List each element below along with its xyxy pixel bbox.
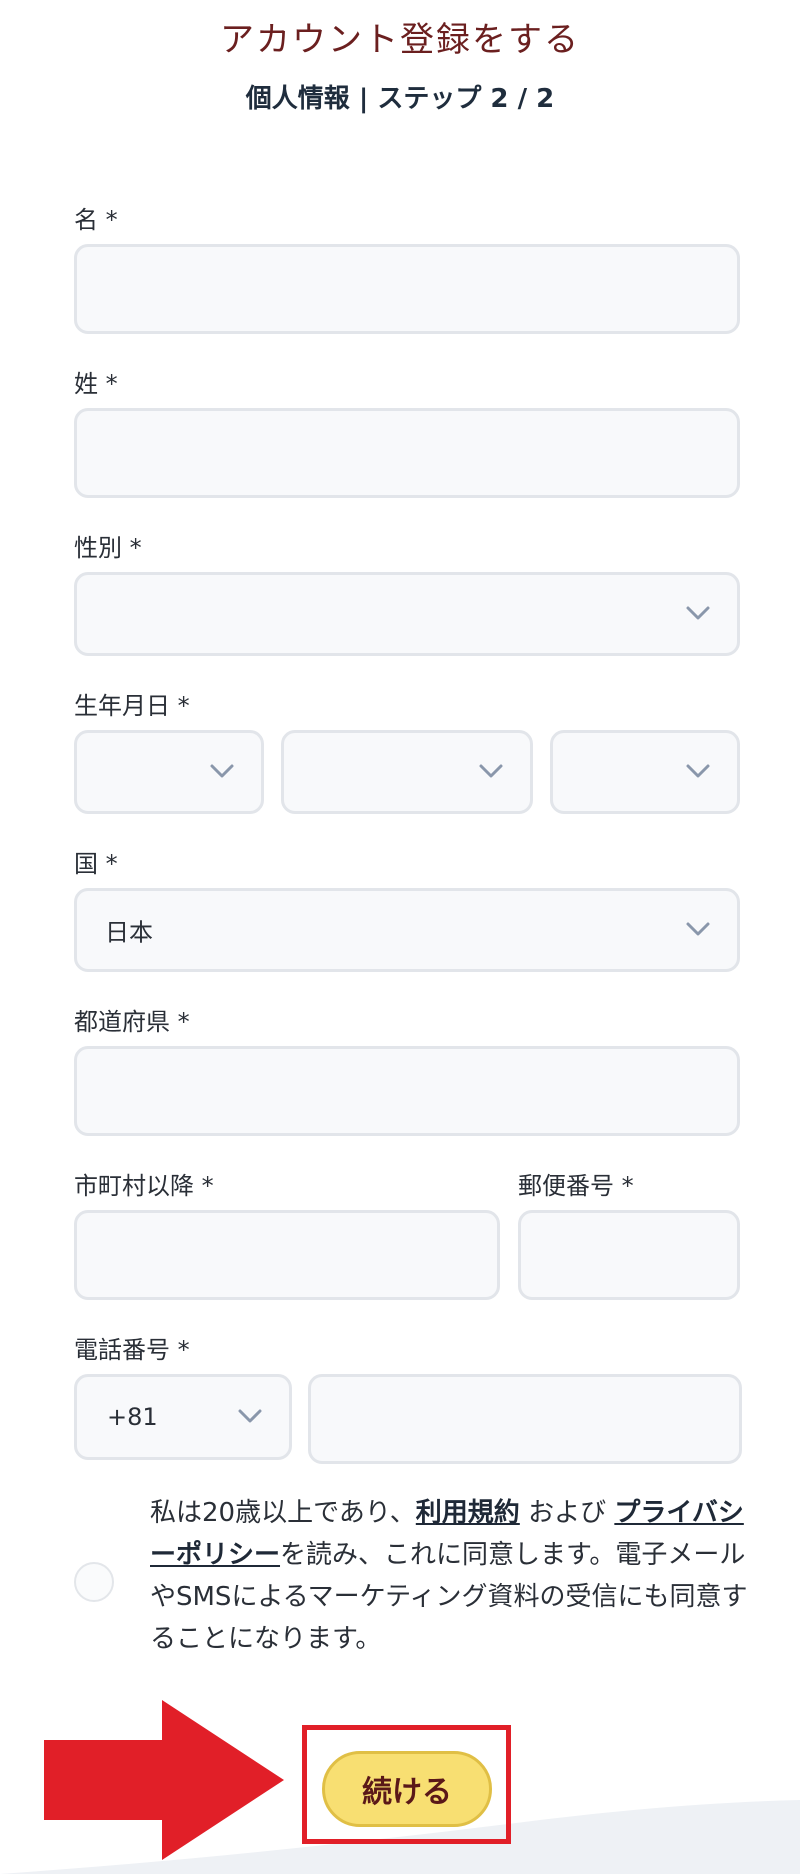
gender-select[interactable] bbox=[74, 572, 740, 656]
first-name-input[interactable] bbox=[74, 244, 740, 334]
consent-checkbox[interactable] bbox=[74, 1562, 114, 1602]
last-name-label: 姓 * bbox=[74, 370, 118, 398]
terms-link[interactable]: 利用規約 bbox=[416, 1498, 520, 1528]
chevron-down-icon bbox=[478, 763, 504, 779]
city-input[interactable] bbox=[74, 1210, 500, 1300]
chevron-down-icon bbox=[685, 921, 711, 937]
postal-code-label: 郵便番号 * bbox=[518, 1172, 634, 1200]
consent-text-middle: および bbox=[519, 1498, 615, 1528]
chevron-down-icon bbox=[685, 763, 711, 779]
birthdate-label: 生年月日 * bbox=[74, 692, 190, 720]
chevron-down-icon bbox=[237, 1408, 263, 1424]
prefecture-label: 都道府県 * bbox=[74, 1008, 190, 1036]
country-value: 日本 bbox=[105, 918, 153, 947]
birth-day-select[interactable] bbox=[74, 730, 264, 814]
city-label: 市町村以降 * bbox=[74, 1172, 214, 1200]
phone-label: 電話番号 * bbox=[74, 1336, 190, 1364]
first-name-label: 名 * bbox=[74, 206, 118, 234]
country-label: 国 * bbox=[74, 850, 118, 878]
continue-button[interactable]: 続ける bbox=[322, 1751, 492, 1827]
chevron-down-icon bbox=[209, 763, 235, 779]
phone-country-code-select[interactable]: +81 bbox=[74, 1374, 292, 1460]
consent-text: 私は20歳以上であり、利用規約 および プライバシーポリシーを読み、これに同意し… bbox=[150, 1492, 750, 1660]
red-arrow-icon bbox=[44, 1700, 284, 1860]
last-name-input[interactable] bbox=[74, 408, 740, 498]
page-title: アカウント登録をする bbox=[220, 20, 580, 60]
country-select[interactable]: 日本 bbox=[74, 888, 740, 972]
postal-code-input[interactable] bbox=[518, 1210, 740, 1300]
birth-year-select[interactable] bbox=[550, 730, 740, 814]
phone-number-input[interactable] bbox=[308, 1374, 742, 1464]
phone-country-code-value: +81 bbox=[107, 1403, 158, 1431]
chevron-down-icon bbox=[685, 605, 711, 621]
step-indicator: 個人情報 | ステップ 2 / 2 bbox=[245, 84, 555, 114]
prefecture-input[interactable] bbox=[74, 1046, 740, 1136]
birth-month-select[interactable] bbox=[281, 730, 533, 814]
consent-text-before: 私は20歳以上であり、 bbox=[150, 1498, 416, 1528]
gender-label: 性別 * bbox=[74, 534, 142, 562]
